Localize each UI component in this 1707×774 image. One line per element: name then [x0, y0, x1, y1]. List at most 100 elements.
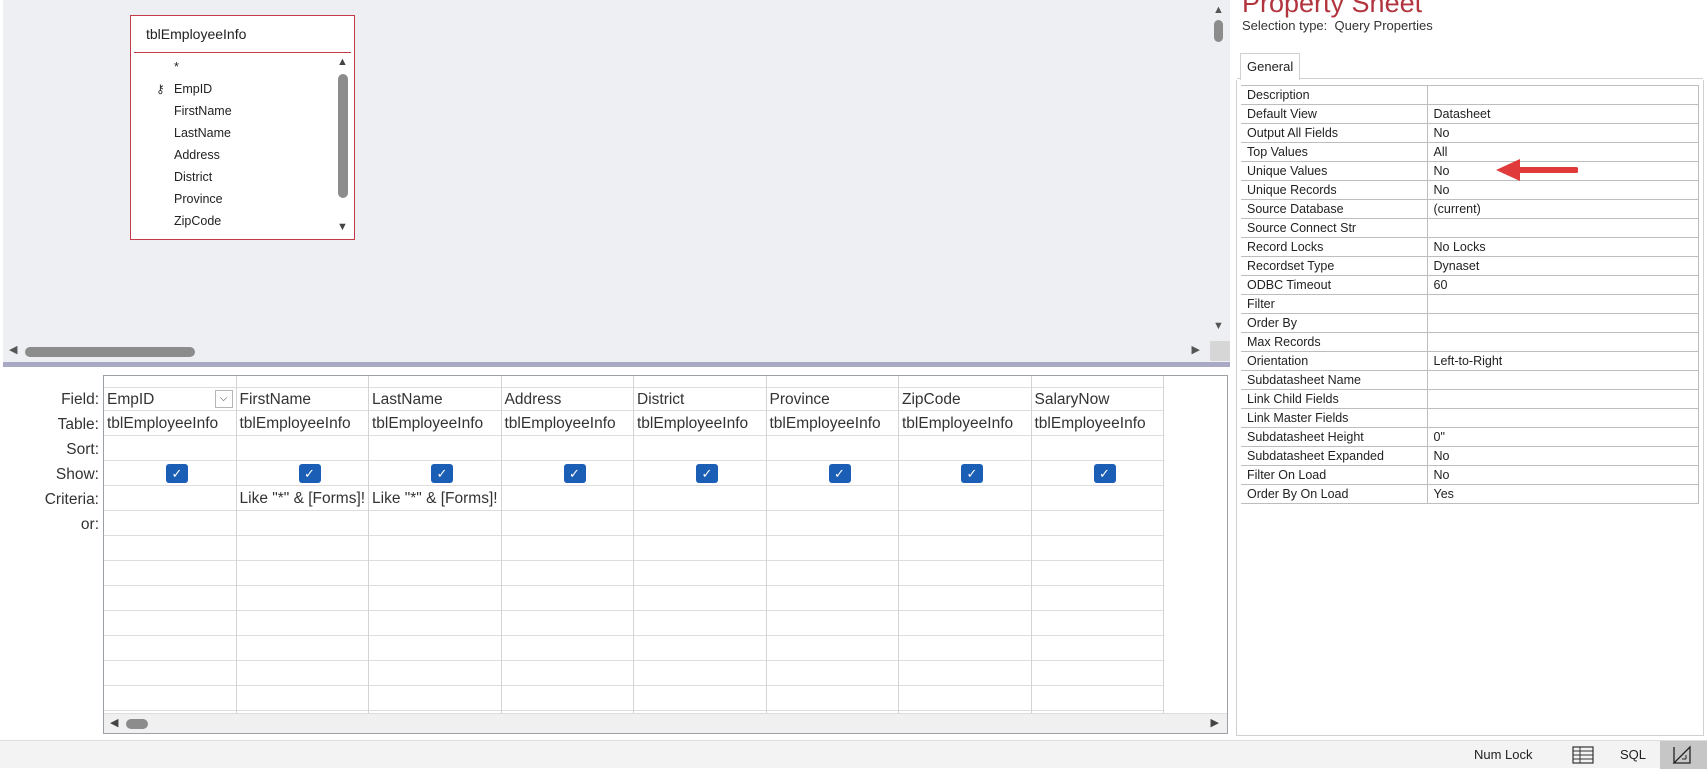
show-checkbox[interactable]: ✓	[166, 464, 188, 483]
grid-show-cell[interactable]: ✓	[766, 461, 898, 486]
property-row[interactable]: Source Connect Str	[1241, 218, 1699, 238]
chevron-down-icon[interactable]: ⌵	[214, 390, 233, 408]
grid-sort-cell[interactable]	[766, 436, 898, 461]
grid-or-cell[interactable]	[1031, 511, 1163, 536]
grid-empty-cell[interactable]	[236, 561, 368, 586]
grid-empty-cell[interactable]	[501, 561, 633, 586]
grid-empty-cell[interactable]	[236, 686, 368, 711]
design-grid[interactable]: EmpID ⌵ tblEmployeeInfo ✓ FirstName tblEmploy…	[103, 375, 1228, 734]
grid-criteria-cell[interactable]	[899, 486, 1031, 511]
grid-empty-cell[interactable]	[236, 611, 368, 636]
grid-column[interactable]: District tblEmployeeInfo ✓	[634, 376, 767, 716]
field-list-item[interactable]: District	[131, 166, 331, 188]
grid-empty-cell[interactable]	[501, 661, 633, 686]
field-list-item[interactable]: FirstName	[131, 100, 331, 122]
scroll-right-arrow-icon[interactable]: ▶	[1211, 716, 1219, 729]
scroll-thumb[interactable]	[1214, 20, 1223, 42]
grid-or-cell[interactable]	[104, 511, 236, 536]
show-checkbox[interactable]: ✓	[1093, 464, 1116, 483]
upper-pane-vertical-scrollbar[interactable]: ▲ ▼	[1208, 0, 1230, 340]
property-row[interactable]: Orientation Left-to-Right	[1241, 351, 1699, 371]
property-row[interactable]: Link Child Fields	[1241, 389, 1699, 409]
grid-empty-cell[interactable]	[899, 586, 1031, 611]
grid-column[interactable]: SalaryNow tblEmployeeInfo ✓	[1031, 376, 1164, 716]
property-value[interactable]	[1426, 389, 1699, 409]
grid-empty-cell[interactable]	[1031, 636, 1163, 661]
property-value[interactable]	[1426, 85, 1699, 105]
scroll-down-arrow-icon[interactable]: ▼	[1213, 320, 1224, 332]
field-list-item[interactable]: ZipCode	[131, 210, 331, 232]
property-row[interactable]: Link Master Fields	[1241, 408, 1699, 428]
grid-empty-cell[interactable]	[766, 536, 898, 561]
property-row[interactable]: Max Records	[1241, 332, 1699, 352]
property-value[interactable]	[1426, 332, 1699, 352]
property-row[interactable]: Order By	[1241, 313, 1699, 333]
property-value[interactable]	[1426, 218, 1699, 238]
grid-empty-cell[interactable]	[899, 611, 1031, 636]
grid-empty-cell[interactable]	[899, 536, 1031, 561]
grid-empty-cell[interactable]	[104, 686, 236, 711]
grid-empty-cell[interactable]	[369, 561, 501, 586]
property-row[interactable]: Unique Values No	[1241, 161, 1699, 181]
grid-table-cell[interactable]: tblEmployeeInfo	[899, 411, 1031, 436]
scroll-up-arrow-icon[interactable]: ▲	[337, 56, 348, 68]
property-row[interactable]: Description	[1241, 85, 1699, 105]
grid-field-cell[interactable]: District	[634, 387, 766, 411]
grid-field-cell[interactable]: Address	[501, 387, 633, 411]
grid-empty-cell[interactable]	[1031, 561, 1163, 586]
grid-empty-cell[interactable]	[1031, 536, 1163, 561]
tab-general[interactable]: General	[1240, 53, 1301, 80]
grid-empty-cell[interactable]	[899, 561, 1031, 586]
grid-criteria-cell[interactable]	[1031, 486, 1163, 511]
grid-empty-cell[interactable]	[369, 536, 501, 561]
property-row[interactable]: Default View Datasheet	[1241, 104, 1699, 124]
property-row[interactable]: Filter On Load No	[1241, 465, 1699, 485]
scroll-up-arrow-icon[interactable]: ▲	[1213, 4, 1224, 16]
show-checkbox[interactable]: ✓	[696, 464, 718, 483]
grid-empty-cell[interactable]	[634, 611, 766, 636]
grid-empty-cell[interactable]	[766, 636, 898, 661]
property-row[interactable]: Recordset Type Dynaset	[1241, 256, 1699, 276]
table-field-list[interactable]: tblEmployeeInfo * ⚷ EmpID FirstName LastName…	[130, 15, 355, 240]
property-row[interactable]: Order By On Load Yes	[1241, 484, 1699, 504]
grid-empty-cell[interactable]	[501, 611, 633, 636]
grid-empty-cell[interactable]	[104, 561, 236, 586]
grid-table-cell[interactable]: tblEmployeeInfo	[104, 411, 236, 436]
grid-show-cell[interactable]: ✓	[236, 461, 368, 486]
grid-sort-cell[interactable]	[899, 436, 1031, 461]
grid-table-cell[interactable]: tblEmployeeInfo	[766, 411, 898, 436]
property-value[interactable]: 0"	[1426, 427, 1699, 447]
scroll-thumb[interactable]	[338, 74, 348, 198]
grid-or-cell[interactable]	[899, 511, 1031, 536]
grid-criteria-cell[interactable]	[766, 486, 898, 511]
grid-table-cell[interactable]: tblEmployeeInfo	[369, 411, 501, 436]
grid-or-cell[interactable]	[501, 511, 633, 536]
grid-criteria-cell[interactable]: Like "*" & [Forms]!	[369, 486, 501, 511]
grid-sort-cell[interactable]	[634, 436, 766, 461]
grid-empty-cell[interactable]	[766, 611, 898, 636]
grid-field-cell[interactable]: SalaryNow	[1031, 387, 1163, 411]
grid-empty-cell[interactable]	[104, 636, 236, 661]
property-value[interactable]: No	[1426, 446, 1699, 466]
grid-field-cell[interactable]: ZipCode	[899, 387, 1031, 411]
grid-show-cell[interactable]: ✓	[369, 461, 501, 486]
property-value[interactable]: 60	[1426, 275, 1699, 295]
grid-empty-cell[interactable]	[634, 661, 766, 686]
grid-empty-cell[interactable]	[501, 586, 633, 611]
grid-sort-cell[interactable]	[236, 436, 368, 461]
field-list-item[interactable]: ⚷ EmpID	[131, 78, 331, 100]
property-value[interactable]: Dynaset	[1426, 256, 1699, 276]
grid-show-cell[interactable]: ✓	[501, 461, 633, 486]
sql-view-button[interactable]: SQL	[1620, 747, 1646, 762]
grid-or-cell[interactable]	[236, 511, 368, 536]
grid-field-cell[interactable]: EmpID ⌵	[104, 387, 236, 411]
grid-empty-cell[interactable]	[634, 536, 766, 561]
grid-table-cell[interactable]: tblEmployeeInfo	[501, 411, 633, 436]
grid-empty-cell[interactable]	[501, 536, 633, 561]
grid-empty-cell[interactable]	[634, 561, 766, 586]
grid-empty-cell[interactable]	[1031, 661, 1163, 686]
upper-pane-horizontal-scrollbar[interactable]: ◀ ▶	[3, 341, 1208, 361]
field-list-item[interactable]: Address	[131, 144, 331, 166]
property-value[interactable]: No	[1426, 465, 1699, 485]
grid-empty-cell[interactable]	[1031, 611, 1163, 636]
